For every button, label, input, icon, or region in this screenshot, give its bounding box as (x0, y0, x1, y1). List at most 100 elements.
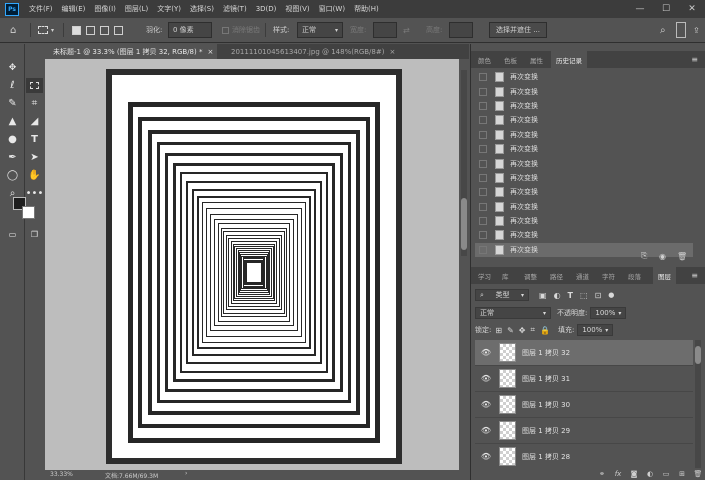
history-item[interactable]: 再次变换 (475, 156, 693, 170)
tab-channels[interactable]: 通道 (571, 267, 594, 284)
history-item[interactable]: 再次变换 (475, 228, 693, 242)
tab-history[interactable]: 历史记录 (551, 51, 587, 68)
shape-filter-icon[interactable]: ⬚ (580, 291, 588, 300)
status-menu-arrow[interactable]: › (185, 470, 187, 477)
tab-libraries[interactable]: 库 (497, 267, 514, 284)
tab-swatches[interactable]: 色板 (499, 51, 522, 68)
eye-icon[interactable]: 👁 (479, 452, 493, 461)
home-icon[interactable]: ⌂ (10, 22, 16, 38)
zoom-readout[interactable]: 33.33% (50, 471, 73, 478)
history-source-checkbox[interactable] (479, 188, 487, 197)
lock-artboard-icon[interactable]: ⌗ (530, 325, 535, 335)
layer-row[interactable]: 👁 图层 1 拷贝 29 (475, 418, 693, 444)
style-select[interactable]: 正常 ▾ (297, 22, 343, 38)
layers-scrollbar[interactable] (695, 340, 701, 468)
height-input[interactable] (449, 22, 473, 38)
history-item[interactable]: 再次变换 (475, 84, 693, 98)
menu-type[interactable]: 文字(Y) (157, 4, 181, 14)
dodge-tool-icon[interactable]: ● (4, 132, 21, 147)
more-tools-icon[interactable]: ••• (26, 186, 44, 201)
trash-icon[interactable]: 🗑 (677, 250, 687, 262)
history-source-checkbox[interactable] (479, 202, 487, 211)
history-source-checkbox[interactable] (479, 173, 487, 182)
panel-menu-icon[interactable]: ≡ (691, 51, 698, 68)
crop-tool-icon[interactable]: ⌗ (26, 96, 43, 111)
menu-select[interactable]: 选择(S) (190, 4, 214, 14)
layer-name[interactable]: 图层 1 拷贝 30 (522, 400, 570, 410)
history-source-checkbox[interactable] (479, 73, 487, 82)
history-source-checkbox[interactable] (479, 217, 487, 226)
subtract-selection-icon[interactable] (100, 25, 109, 35)
new-doc-from-state-icon[interactable]: ⎘ (641, 250, 647, 262)
tab-layers[interactable]: 图层 (653, 267, 676, 284)
swap-icon[interactable]: ⇄ (403, 22, 410, 38)
move-tool-icon[interactable]: ✥ (4, 60, 21, 75)
eye-icon[interactable]: 👁 (479, 426, 493, 435)
filter-toggle-icon[interactable]: ● (608, 291, 614, 299)
path-select-tool-icon[interactable]: ➤ (26, 150, 43, 165)
tab-adjustments[interactable]: 调整 (519, 267, 542, 284)
fx-icon[interactable]: fx (610, 470, 626, 478)
tab-paragraph[interactable]: 段落 (623, 267, 646, 284)
tab-character[interactable]: 字符 (597, 267, 620, 284)
antialias-checkbox[interactable]: 消除锯齿 (222, 22, 260, 38)
layer-row[interactable]: 👁 图层 1 拷贝 31 (475, 366, 693, 392)
history-source-checkbox[interactable] (479, 101, 487, 110)
new-selection-icon[interactable] (72, 25, 81, 35)
menu-edit[interactable]: 编辑(E) (62, 4, 86, 14)
close-button[interactable]: ✕ (679, 0, 705, 18)
menu-file[interactable]: 文件(F) (29, 4, 53, 14)
history-scroll-thumb[interactable] (461, 198, 467, 250)
opacity-input[interactable]: 100% ▾ (590, 307, 627, 319)
history-scrollbar[interactable] (461, 70, 467, 256)
smart-object-filter-icon[interactable]: ⊡ (595, 291, 602, 300)
history-source-checkbox[interactable] (479, 87, 487, 96)
stamp-tool-icon[interactable]: ▲ (4, 114, 21, 129)
panel-menu-icon[interactable]: ≡ (691, 267, 698, 284)
adjustment-filter-icon[interactable]: ◐ (554, 291, 561, 300)
lock-pixels-icon[interactable]: ⊞ (495, 326, 502, 335)
history-source-checkbox[interactable] (479, 245, 487, 254)
camera-icon[interactable]: ◉ (659, 250, 666, 262)
tab-properties[interactable]: 属性 (525, 51, 548, 68)
trash-icon[interactable]: 🗑 (690, 470, 705, 478)
select-and-mask-button[interactable]: 选择并遮住 ... (489, 22, 547, 38)
history-item[interactable]: 再次变换 (475, 171, 693, 185)
workspace-icon[interactable] (676, 22, 686, 38)
history-item[interactable]: 再次变换 (475, 214, 693, 228)
close-icon[interactable]: × (389, 48, 395, 56)
layer-row[interactable]: 👁 图层 1 拷贝 30 (475, 392, 693, 418)
marquee-preset-picker[interactable]: ▾ (38, 22, 54, 38)
menu-filter[interactable]: 滤镜(T) (223, 4, 247, 14)
fill-input[interactable]: 100% ▾ (577, 324, 614, 336)
eye-icon[interactable]: 👁 (479, 348, 493, 357)
layer-row[interactable]: 👁 图层 1 拷贝 32 (475, 340, 693, 366)
history-item[interactable]: 再次变换 (475, 185, 693, 199)
layer-filter-select[interactable]: ⌕ 类型 ▾ (475, 289, 529, 301)
history-source-checkbox[interactable] (479, 116, 487, 125)
minimize-button[interactable]: — (627, 0, 653, 18)
canvas-area[interactable] (45, 59, 459, 470)
width-input[interactable] (373, 22, 397, 38)
tab-paths[interactable]: 路径 (545, 267, 568, 284)
type-tool-icon[interactable]: T (26, 132, 43, 147)
lock-position-icon[interactable]: ✥ (519, 326, 526, 335)
menu-help[interactable]: 帮助(H) (354, 4, 379, 14)
history-item[interactable]: 再次变换 (475, 113, 693, 127)
hand-tool-icon[interactable]: ✋ (26, 168, 43, 183)
blend-mode-select[interactable]: 正常 ▾ (475, 307, 551, 319)
search-icon[interactable]: ⌕ (660, 22, 666, 38)
history-item[interactable]: 再次变换 (475, 142, 693, 156)
tab-color[interactable]: 颜色 (473, 51, 496, 68)
feather-input[interactable]: 0 像素 (168, 22, 212, 38)
new-layer-icon[interactable]: ⊞ (674, 470, 690, 478)
pen-tool-icon[interactable]: ✒ (4, 150, 21, 165)
add-mask-icon[interactable]: ◙ (626, 470, 642, 478)
background-color-swatch[interactable] (22, 206, 35, 219)
intersect-selection-icon[interactable] (114, 25, 123, 35)
lasso-tool-icon[interactable]: ℓ (4, 78, 21, 93)
history-source-checkbox[interactable] (479, 159, 487, 168)
lock-all-icon[interactable]: 🔒 (540, 326, 550, 335)
layers-scroll-thumb[interactable] (695, 346, 701, 364)
eye-icon[interactable]: 👁 (479, 400, 493, 409)
